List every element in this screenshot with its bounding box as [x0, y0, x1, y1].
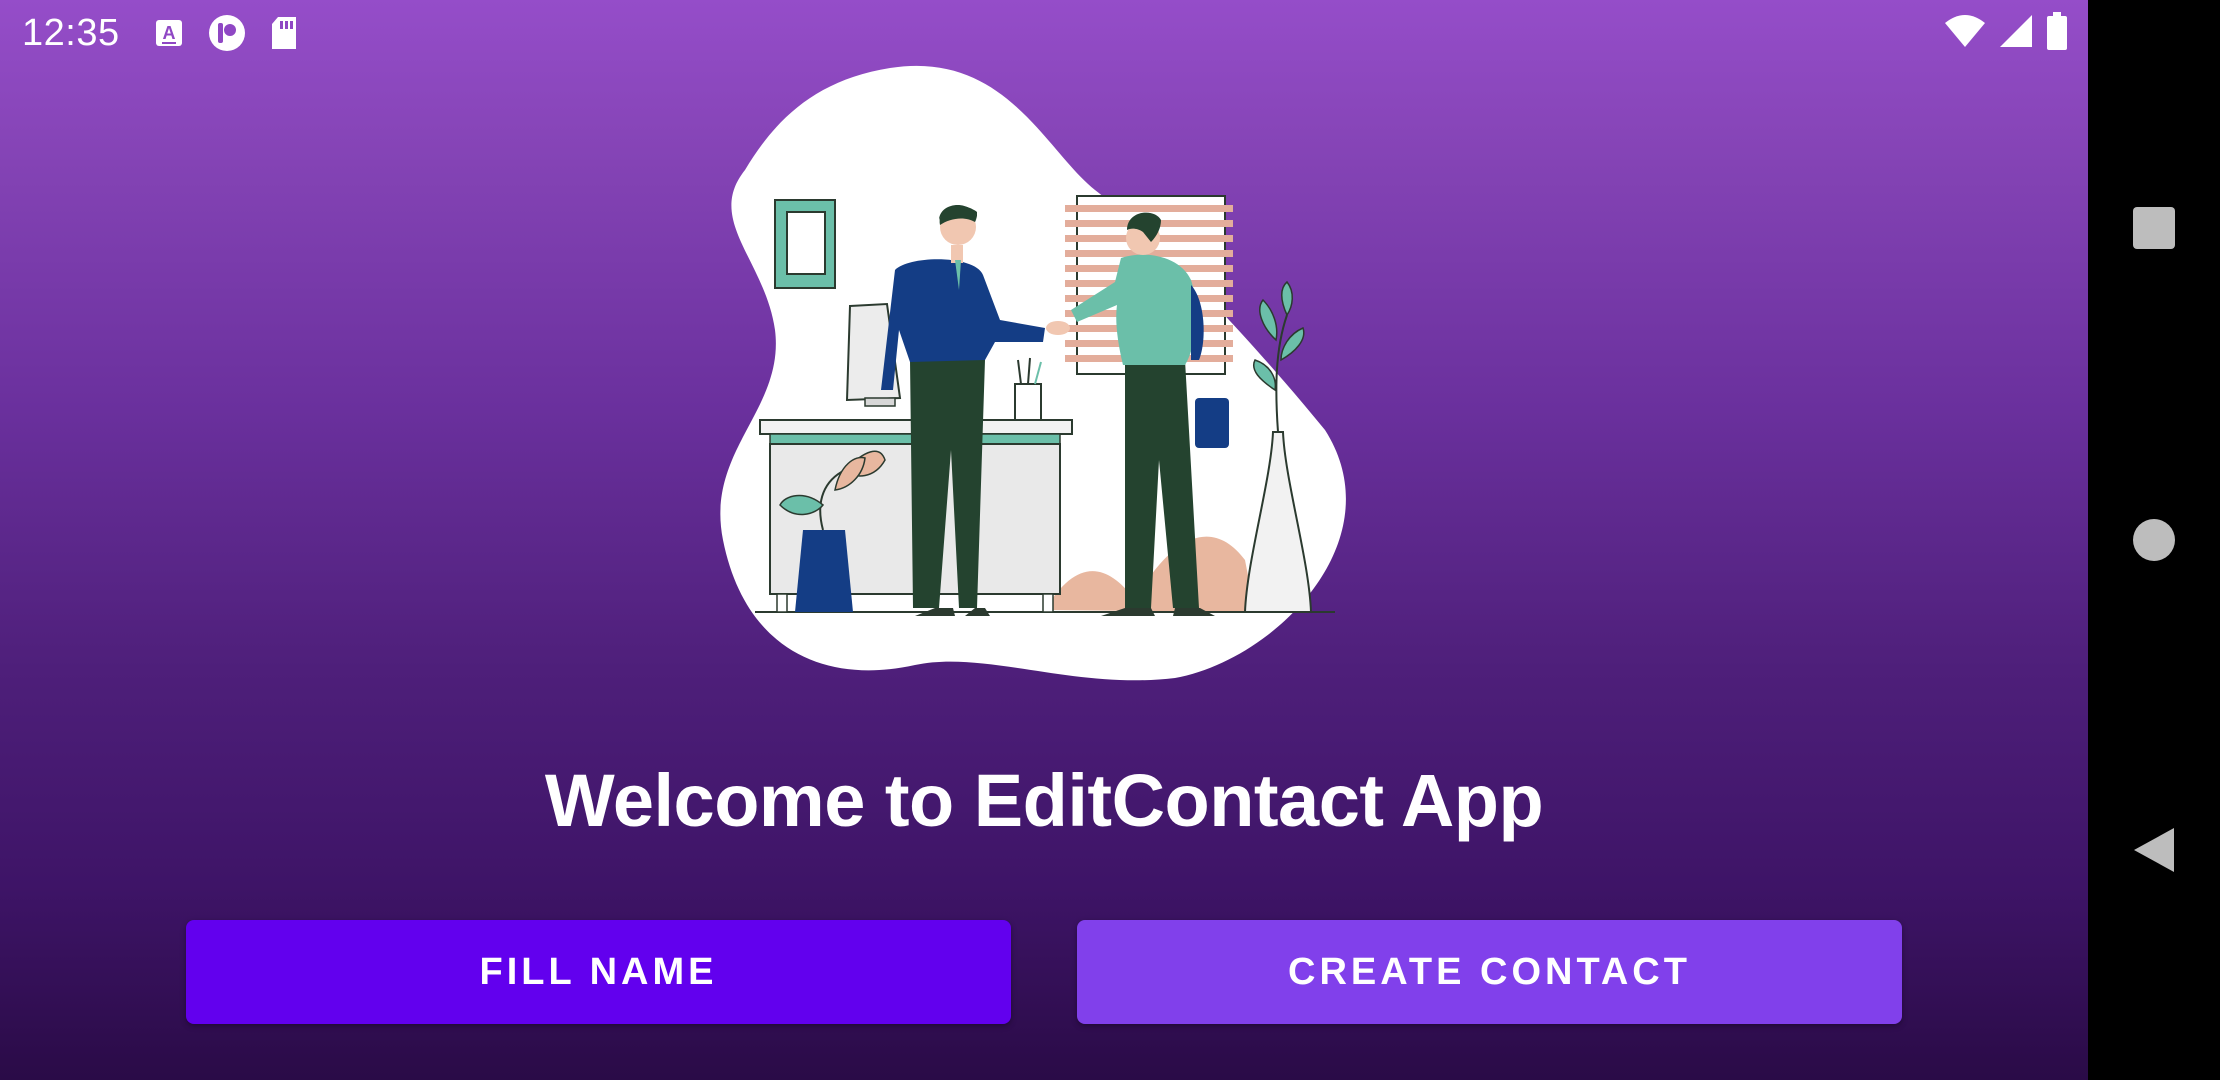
handshake: [1046, 321, 1070, 335]
home-icon[interactable]: [2088, 480, 2220, 600]
wifi-icon: [1944, 13, 1986, 49]
navigation-bar: [2088, 0, 2220, 1080]
welcome-title: Welcome to EditContact App: [544, 759, 1544, 842]
create-contact-button[interactable]: CREATE CONTACT: [1077, 920, 1902, 1024]
status-bar: 12:35 A: [0, 0, 2088, 66]
p-icon: [208, 14, 246, 52]
recents-icon[interactable]: [2088, 168, 2220, 288]
battery-icon: [2046, 12, 2068, 50]
sd-card-icon: [270, 16, 298, 50]
svg-text:A: A: [162, 23, 175, 43]
status-time: 12:35: [22, 11, 120, 54]
fill-name-button[interactable]: FILL NAME: [186, 920, 1011, 1024]
a-icon: A: [154, 18, 184, 48]
picture-frame: [774, 199, 836, 289]
app-screen: 12:35 A Welcome to EditContact App FILL …: [0, 0, 2088, 1080]
signal-icon: [1998, 13, 2034, 49]
handshake-illustration: [720, 65, 1346, 681]
back-icon[interactable]: [2088, 790, 2220, 910]
